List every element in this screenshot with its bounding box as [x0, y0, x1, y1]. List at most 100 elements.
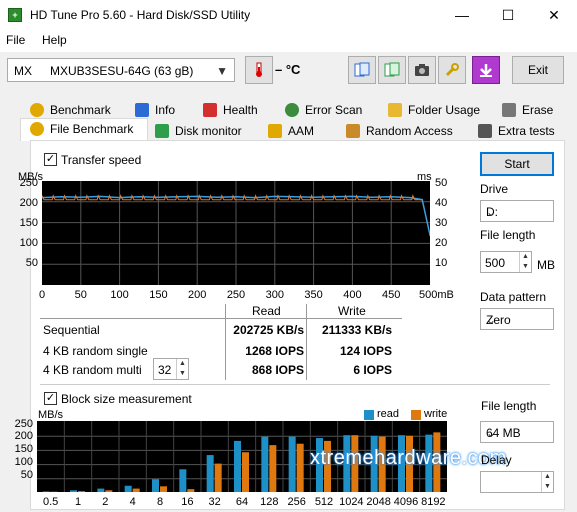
bar-read-4	[124, 485, 132, 492]
write-value: 124 IOPS	[339, 344, 392, 358]
copy-all-button[interactable]	[378, 56, 406, 84]
bar-read-64	[234, 440, 241, 492]
legend-read-swatch	[364, 410, 374, 420]
menu-help[interactable]: Help	[42, 33, 67, 47]
chevron-up-icon[interactable]: ▲	[519, 252, 531, 262]
chevron-down-icon[interactable]: ▼	[519, 262, 531, 272]
file-length-unit: MB	[537, 258, 555, 272]
arrow-down-icon	[480, 64, 492, 77]
thermometer-icon	[256, 62, 262, 77]
tab-disk-monitor[interactable]: Disk monitor	[155, 121, 242, 141]
legend-write-label: write	[424, 408, 448, 420]
tab-random-access[interactable]: Random Access	[346, 121, 453, 141]
title-bar: + HD Tune Pro 5.60 - Hard Disk/SSD Utili…	[0, 0, 577, 30]
minimize-button[interactable]: —	[439, 0, 485, 30]
bar-write-16	[187, 489, 195, 492]
chevron-up-icon[interactable]: ▲	[541, 472, 553, 482]
bar-read-128	[261, 436, 269, 492]
folder-icon	[388, 103, 402, 117]
copy-icon	[354, 62, 370, 77]
speed-point	[274, 195, 276, 198]
bar-read-8	[152, 479, 159, 492]
chevron-down-icon[interactable]: ▼	[176, 369, 188, 379]
bar-read-32	[206, 455, 214, 492]
block-size-label: Block size measurement	[61, 392, 192, 406]
tab-benchmark[interactable]: Benchmark	[30, 100, 111, 120]
tab-extra-tests[interactable]: Extra tests	[478, 121, 555, 141]
tab-folder-usage[interactable]: Folder Usage	[388, 100, 480, 120]
health-cross-icon	[203, 103, 217, 117]
speed-point	[409, 196, 412, 199]
tab-info[interactable]: Info	[135, 100, 175, 120]
chevron-up-icon[interactable]: ▲	[176, 359, 188, 369]
speed-point	[351, 195, 354, 198]
magnifier-icon	[285, 103, 299, 117]
tab-file-benchmark[interactable]: File Benchmark	[30, 119, 133, 139]
transfer-speed-chart	[41, 181, 431, 285]
copy-all-icon	[384, 62, 400, 77]
drive-select[interactable]: MX MXUB3SESU-64G (63 gB) ▼	[7, 58, 235, 82]
bar-write-128	[269, 445, 277, 492]
speed-point	[60, 196, 63, 198]
y-tick: 50	[20, 469, 33, 481]
x-tick: 150	[149, 289, 168, 301]
drive-dropdown[interactable]: D: ⌄	[480, 200, 554, 222]
y-tick: 250	[14, 418, 33, 430]
delay-stepper[interactable]: ▲ ▼	[480, 471, 554, 493]
bar-write-32	[214, 463, 222, 492]
save-button[interactable]	[472, 56, 500, 84]
trash-icon	[502, 103, 516, 117]
screenshot-button[interactable]	[408, 56, 436, 84]
options-button[interactable]	[438, 56, 466, 84]
x-tick: 8192	[421, 496, 446, 508]
drive-prefix: MX	[14, 64, 32, 78]
x-tick: 400	[343, 289, 362, 301]
data-pattern-dropdown[interactable]: Zero ⌄	[480, 308, 554, 330]
start-button[interactable]: Start	[480, 152, 554, 176]
copy-info-button[interactable]	[348, 56, 376, 84]
x-tick: 256	[287, 496, 306, 508]
app-icon: +	[8, 8, 22, 22]
speed-point	[80, 196, 82, 199]
maximize-button[interactable]: ☐	[485, 0, 531, 30]
col-write-header: Write	[338, 304, 366, 318]
file-length-stepper[interactable]: 500 ▲ ▼	[480, 251, 532, 273]
transfer-speed-plot	[41, 181, 431, 285]
speed-point	[157, 196, 160, 199]
wrench-icon	[445, 63, 459, 77]
x-tick: 500mB	[419, 289, 454, 301]
menu-file[interactable]: File	[6, 33, 25, 47]
x-tick: 100	[110, 289, 129, 301]
x-tick: 4	[129, 496, 136, 508]
y-tick: 200	[14, 430, 33, 442]
queue-depth-stepper[interactable]: 32 ▲ ▼	[153, 358, 189, 380]
tab-health[interactable]: Health	[203, 100, 258, 120]
bar-write-4	[132, 488, 140, 492]
read-value: 202725 KB/s	[233, 323, 304, 337]
block-size-checkbox[interactable]: ✓	[44, 392, 57, 405]
drive-name: MXUB3SESU-64G (63 gB)	[50, 64, 194, 78]
list-icon	[478, 124, 492, 138]
speed-point	[138, 196, 140, 198]
exit-button[interactable]: Exit	[512, 56, 564, 84]
x-tick: 2048	[366, 496, 391, 508]
stopwatch-icon	[30, 103, 44, 117]
file-length2-dropdown[interactable]: 64 MB ⌄	[480, 421, 554, 443]
chevron-down-icon: ▼	[216, 64, 228, 78]
tab-erase[interactable]: Erase	[502, 100, 553, 120]
speed-point	[99, 195, 101, 198]
tab-error-scan[interactable]: Error Scan	[285, 100, 362, 120]
bar-write-1	[78, 491, 85, 492]
speed-point	[371, 196, 373, 199]
tab-aam[interactable]: AAM	[268, 121, 314, 141]
read-value: 868 IOPS	[251, 363, 304, 377]
thermometer-button[interactable]	[245, 56, 273, 84]
chevron-down-icon[interactable]: ▼	[541, 482, 553, 492]
close-button[interactable]: ✕	[531, 0, 577, 30]
x-tick: 450	[382, 289, 401, 301]
x-tick: 350	[304, 289, 323, 301]
y2-tick: 40	[435, 197, 448, 209]
transfer-speed-checkbox[interactable]: ✓	[44, 153, 57, 166]
x-tick: 16	[181, 496, 194, 508]
speed-point	[235, 196, 237, 198]
